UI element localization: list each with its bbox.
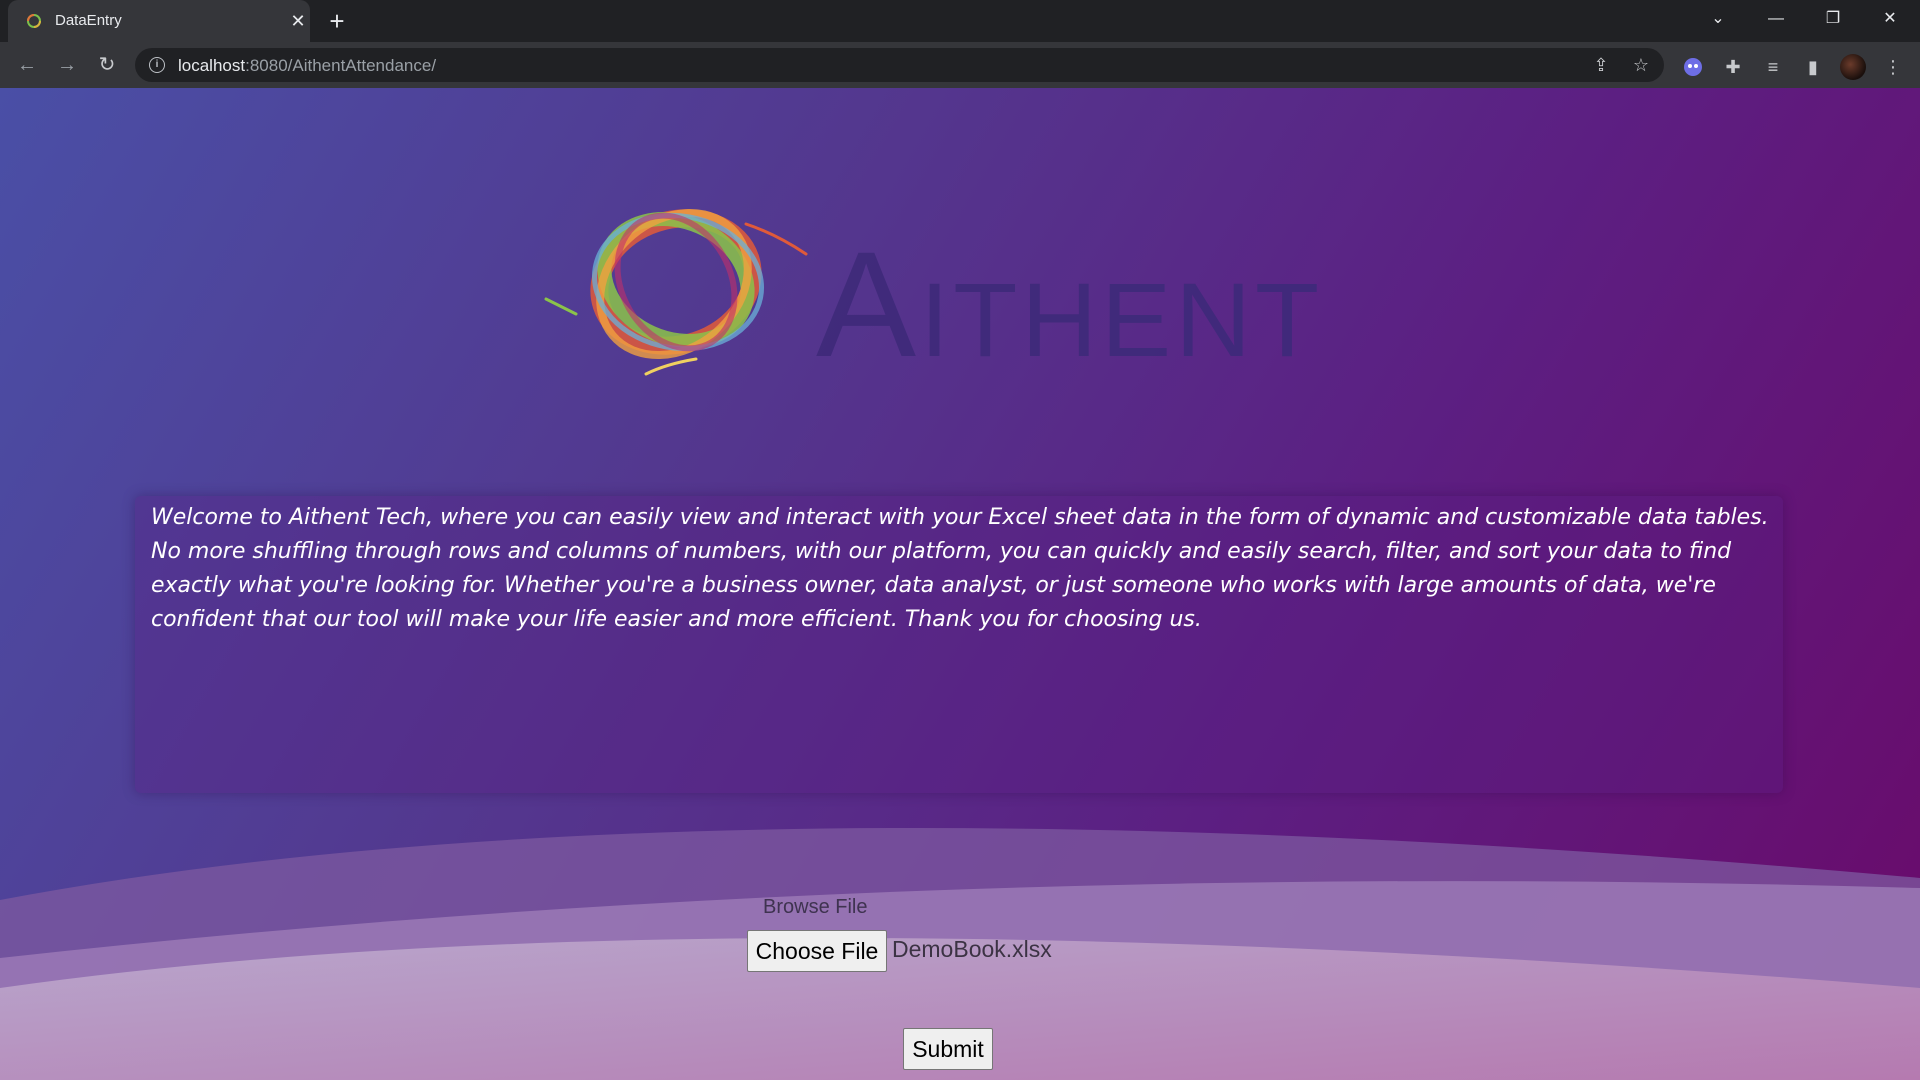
- aithent-favicon-icon: [27, 14, 41, 28]
- logo-wordmark: Aithent: [816, 220, 1323, 388]
- minimize-icon[interactable]: —: [1748, 0, 1804, 38]
- back-icon[interactable]: ←: [11, 49, 43, 81]
- page-content: Aithent Welcome to Aithent Tech, where y…: [0, 88, 1920, 1080]
- puzzle-icon[interactable]: ✚: [1722, 56, 1744, 78]
- restore-icon[interactable]: ❐: [1805, 0, 1861, 38]
- tab-strip: DataEntry ✕ + ⌄ — ❐ ✕: [0, 0, 1920, 42]
- welcome-text: Welcome to Aithent Tech, where you can e…: [151, 505, 1769, 632]
- url-path: :8080/AithentAttendance/: [245, 56, 437, 75]
- browse-file-label: Browse File: [763, 896, 868, 918]
- new-tab-button[interactable]: +: [322, 7, 352, 35]
- logo-swirl-icon: [544, 208, 808, 376]
- share-icon[interactable]: ⇪: [1590, 54, 1612, 76]
- url-host: localhost: [178, 56, 246, 75]
- address-bar[interactable]: i localhost:8080/AithentAttendance/ ⇪ ☆: [135, 48, 1664, 82]
- tab-close-icon[interactable]: ✕: [286, 9, 310, 33]
- close-window-icon[interactable]: ✕: [1862, 0, 1918, 38]
- forward-icon[interactable]: →: [51, 49, 83, 81]
- welcome-card: Welcome to Aithent Tech, where you can e…: [135, 496, 1783, 793]
- bookmark-star-icon[interactable]: ☆: [1630, 54, 1652, 76]
- extension-icon[interactable]: [1682, 56, 1704, 78]
- selected-file-name: DemoBook.xlsx: [892, 936, 1052, 962]
- media-icon[interactable]: ≡: [1762, 56, 1784, 78]
- menu-icon[interactable]: ⋮: [1882, 56, 1904, 78]
- url-text[interactable]: localhost:8080/AithentAttendance/: [178, 56, 436, 76]
- tab-search-icon[interactable]: ⌄: [1690, 0, 1746, 38]
- aithent-logo: Aithent: [544, 208, 1323, 388]
- browser-tab[interactable]: DataEntry ✕: [8, 0, 310, 42]
- side-panel-icon[interactable]: ▮: [1802, 56, 1824, 78]
- reload-icon[interactable]: ↻: [91, 49, 123, 81]
- tab-title: DataEntry: [55, 12, 122, 29]
- profile-avatar[interactable]: [1840, 54, 1866, 80]
- choose-file-button[interactable]: Choose File: [747, 930, 887, 972]
- browser-toolbar: ← → ↻ i localhost:8080/AithentAttendance…: [0, 42, 1920, 88]
- submit-button[interactable]: Submit: [903, 1028, 993, 1070]
- info-icon[interactable]: i: [149, 57, 165, 73]
